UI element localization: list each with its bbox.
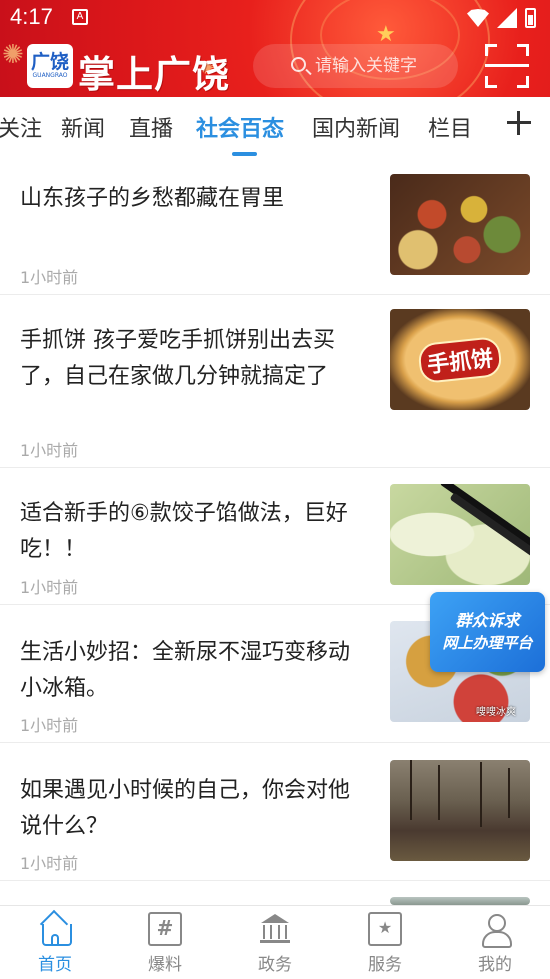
- nav-profile[interactable]: 我的: [455, 912, 535, 976]
- tab-news[interactable]: 新闻: [61, 111, 105, 143]
- nav-service[interactable]: ★ 服务: [345, 912, 425, 976]
- list-item[interactable]: 手抓饼 孩子爱吃手抓饼别出去买了，自己在家做几分钟就搞定了 1小时前 手抓饼: [0, 295, 550, 468]
- status-time: 4:17: [10, 4, 53, 29]
- bottom-navigation: 首页 # 爆料 政务 ★ 服务 我的: [0, 905, 550, 979]
- active-tab-indicator: [232, 152, 257, 156]
- item-title: 山东孩子的乡愁都藏在胃里: [20, 186, 285, 211]
- logo-subtext: GUANGRAO: [32, 72, 68, 79]
- item-time: 1小时前: [20, 578, 79, 597]
- item-title: 如果遇见小时候的自己，你会对他说什么？: [20, 778, 351, 839]
- service-icon: ★: [368, 912, 402, 946]
- status-bar: 4:17 A: [0, 0, 550, 36]
- home-icon: [38, 912, 72, 946]
- tab-follow[interactable]: 关注: [0, 111, 42, 143]
- scan-button[interactable]: [485, 44, 529, 88]
- item-time: 1小时前: [20, 441, 79, 460]
- nav-label: 首页: [38, 955, 72, 975]
- tab-live[interactable]: 直播: [129, 111, 173, 143]
- search-bar[interactable]: [253, 44, 458, 88]
- item-title: 生活小妙招：全新尿不湿巧变移动小冰箱。: [20, 640, 351, 701]
- scan-icon: [485, 64, 529, 67]
- nav-government[interactable]: 政务: [235, 912, 315, 976]
- app-logo: 广饶 GUANGRAO: [27, 44, 73, 88]
- list-item[interactable]: 适合新手的⑥款饺子馅做法，巨好吃！！ 1小时前: [0, 468, 550, 605]
- notification-icon: A: [72, 9, 88, 25]
- item-title: 适合新手的⑥款饺子馅做法，巨好吃！！: [20, 501, 348, 562]
- nav-label: 我的: [478, 955, 512, 975]
- thumbnail-label: 手抓饼: [417, 335, 503, 384]
- tab-society[interactable]: 社会百态: [196, 111, 284, 143]
- item-thumbnail: 手抓饼: [390, 309, 530, 410]
- search-icon: [291, 57, 306, 72]
- tab-domestic-news[interactable]: 国内新闻: [312, 111, 400, 143]
- app-name: 掌上广饶: [78, 52, 230, 96]
- status-icons: [467, 6, 536, 30]
- item-thumbnail: [390, 760, 530, 861]
- thumbnail-caption: 嗖嗖冰爽: [476, 707, 516, 718]
- nav-label: 服务: [368, 955, 402, 975]
- tab-columns[interactable]: 栏目: [428, 111, 472, 143]
- app-header: ★ ✺ ✺ 4:17 A 广饶 GUANGRAO 掌上广饶: [0, 0, 550, 97]
- badge-line2: 网上办理平台: [442, 634, 533, 652]
- report-icon: #: [148, 912, 182, 946]
- nav-report[interactable]: # 爆料: [125, 912, 205, 976]
- logo-glyph: 广饶: [30, 51, 69, 73]
- signal-icon: [497, 8, 517, 28]
- nav-label: 爆料: [148, 955, 182, 975]
- item-time: 1小时前: [20, 268, 79, 287]
- item-time: 1小时前: [20, 716, 79, 735]
- list-item[interactable]: 山东孩子的乡愁都藏在胃里 1小时前: [0, 159, 550, 295]
- profile-icon: [478, 912, 512, 948]
- badge-line1: 群众诉求: [455, 611, 520, 630]
- wifi-icon: [467, 9, 489, 27]
- firework-decoration: ✺: [2, 40, 24, 70]
- battery-icon: [525, 8, 536, 28]
- list-item[interactable]: 如果遇见小时候的自己，你会对他说什么？ 1小时前: [0, 743, 550, 881]
- item-thumbnail: [390, 484, 530, 585]
- category-tabs: 关注 新闻 直播 社会百态 国内新闻 栏目: [0, 97, 550, 159]
- add-channel-icon[interactable]: [505, 109, 533, 137]
- item-thumbnail: [390, 897, 530, 905]
- search-input[interactable]: [315, 53, 455, 79]
- government-icon: [258, 912, 292, 946]
- item-thumbnail: [390, 174, 530, 275]
- nav-label: 政务: [258, 955, 292, 975]
- item-title: 手抓饼 孩子爱吃手抓饼别出去买了，自己在家做几分钟就搞定了: [20, 328, 335, 389]
- item-time: 1小时前: [20, 854, 79, 873]
- nav-home[interactable]: 首页: [15, 912, 95, 976]
- appeal-platform-badge[interactable]: 群众诉求 网上办理平台: [430, 592, 545, 672]
